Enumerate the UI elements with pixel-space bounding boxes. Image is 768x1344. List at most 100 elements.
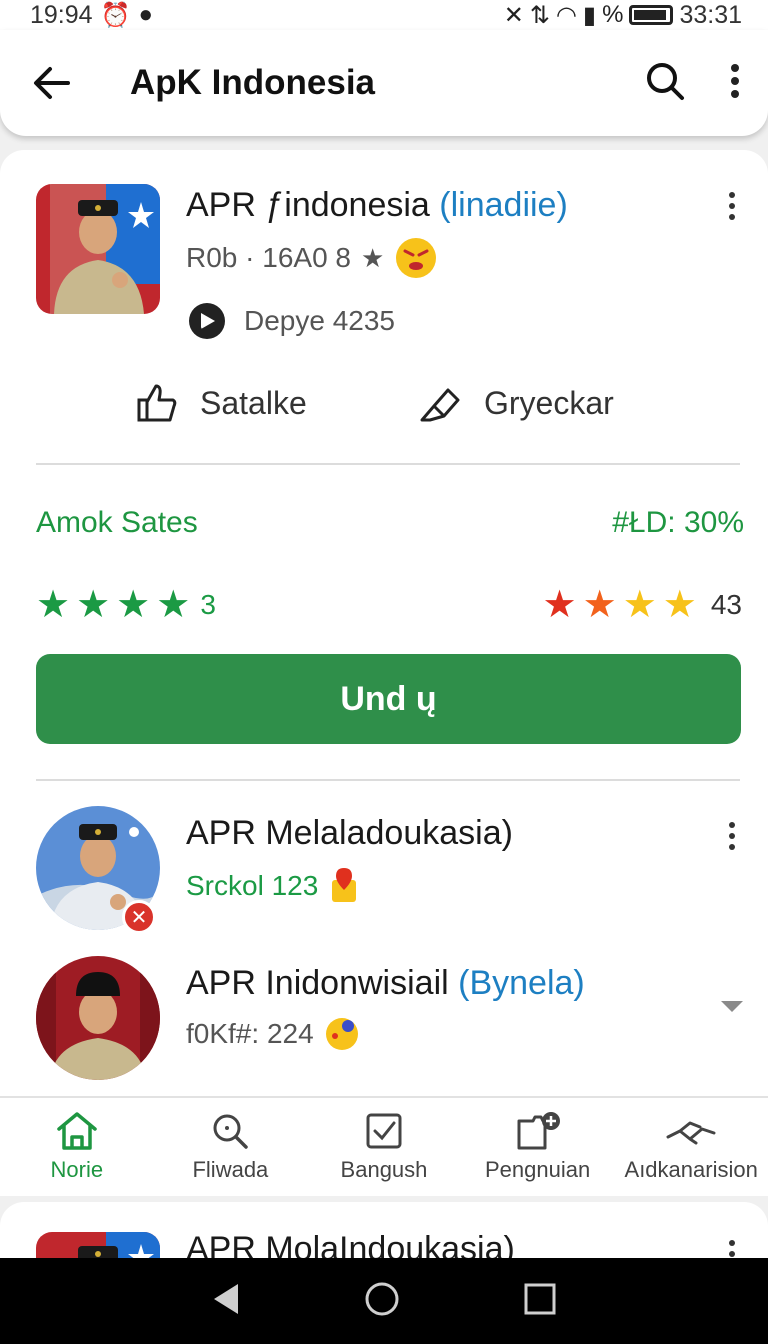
featured-app-menu-button[interactable] — [729, 192, 735, 220]
nav-item-partners[interactable]: Aıdkanarision — [614, 1098, 768, 1196]
list-item-meta-text: Srckol 123 — [186, 870, 319, 901]
list-item-title: APR Melaladoukasia) — [186, 814, 513, 852]
list-item-title: APR Inidonwisiail — [186, 964, 449, 1002]
back-button[interactable] — [30, 61, 74, 105]
nav-item-home[interactable]: Norie — [0, 1098, 154, 1196]
star-icon: ★ — [36, 584, 71, 626]
more-options-button[interactable] — [730, 63, 740, 104]
kebab-dot — [729, 1240, 735, 1246]
angry-face-emoji-icon — [396, 238, 437, 278]
star-icon: ★ — [662, 584, 697, 626]
list-item-meta: Srckol 123 — [186, 866, 360, 906]
star-icon: ★ — [582, 584, 617, 626]
nav-label: Aıdkanarision — [624, 1157, 758, 1182]
circle-home-icon — [365, 1282, 399, 1315]
right-rating: ★ ★ ★ ★ 43 — [543, 586, 742, 624]
status-time: 19:94 — [30, 0, 93, 29]
triangle-back-icon — [214, 1283, 239, 1314]
share-label: Gryeckar — [484, 384, 614, 421]
developer-row[interactable]: Depye 4235 — [186, 300, 395, 342]
status-right-text: 33:31 — [679, 0, 742, 29]
star-icon: ★ — [622, 584, 657, 626]
kebab-dot — [729, 214, 735, 220]
thumbs-up-icon — [137, 384, 177, 422]
signal-icon: ▮ — [582, 1, 597, 29]
bottom-navigation: Norie Fliwada Bangush Pengnuian Aıdkanar… — [0, 1096, 768, 1196]
percent-icon: % — [602, 1, 624, 28]
nav-item-checklist[interactable]: Bangush — [307, 1098, 461, 1196]
kebab-dot — [729, 833, 735, 839]
handshake-icon — [666, 1121, 716, 1145]
list-item-name: APR Inidonwisiail (Bynela) — [186, 964, 585, 1003]
nav-item-search[interactable]: Fliwada — [154, 1098, 308, 1196]
emoji-icon — [325, 1018, 358, 1050]
nav-item-add[interactable]: Pengnuian — [461, 1098, 615, 1196]
star-icon: ★ — [76, 584, 111, 626]
system-recents-button[interactable] — [523, 1282, 557, 1321]
right-rating-count: 43 — [710, 589, 742, 620]
star-icon: ★ — [116, 584, 151, 626]
system-home-button[interactable] — [364, 1281, 400, 1322]
nav-label: Fliwada — [192, 1157, 269, 1182]
kebab-dot — [729, 203, 735, 209]
remove-badge-icon[interactable]: ✕ — [122, 900, 156, 934]
checkbox-icon — [366, 1113, 402, 1149]
list-item-subtitle: (Bynela) — [458, 964, 585, 1002]
alarm-icon: ⏰ — [100, 1, 131, 29]
developer-icon — [189, 303, 225, 339]
kebab-dot — [729, 822, 735, 828]
kebab-dot — [729, 192, 735, 198]
search-icon — [647, 62, 684, 100]
system-back-button[interactable] — [211, 1282, 241, 1321]
home-icon — [57, 1112, 97, 1150]
featured-app-icon[interactable] — [36, 184, 160, 314]
mute-icon: ✕ — [503, 1, 524, 29]
star-icon: ★ — [361, 242, 385, 273]
battery-icon — [629, 5, 674, 25]
nav-label: Norie — [50, 1157, 104, 1182]
like-button[interactable]: Satalke — [136, 382, 307, 424]
share-button[interactable]: Gryeckar — [418, 382, 614, 424]
notification-icon: ● — [138, 1, 153, 28]
kebab-dot — [729, 1251, 735, 1257]
share-pen-icon — [420, 388, 460, 422]
nav-label: Pengnuian — [484, 1157, 591, 1182]
divider — [36, 779, 740, 781]
search-button[interactable] — [644, 60, 686, 107]
like-label: Satalke — [200, 384, 307, 421]
star-icon: ★ — [542, 584, 577, 626]
system-navigation-bar — [0, 1258, 768, 1344]
kebab-dot — [729, 844, 735, 850]
left-rating-count: 3 — [200, 589, 216, 620]
featured-app-title: APR ƒindonesia — [186, 186, 430, 224]
divider — [36, 463, 740, 465]
featured-app-meta: R0b · 16A0 8 ★ — [186, 236, 438, 280]
app-logo-image — [36, 184, 160, 314]
square-recents-icon — [524, 1283, 556, 1314]
left-rating: ★ ★ ★ ★ 3 — [36, 586, 216, 624]
pin-badge-icon — [332, 868, 357, 902]
clipboard-add-icon — [517, 1112, 560, 1150]
list-item-meta-text: f0Kf#: 224 — [186, 1018, 314, 1049]
nav-label: Bangush — [340, 1157, 428, 1182]
main-card: APR ƒindonesia (linadiie) R0b · 16A0 8 ★… — [0, 150, 768, 1096]
page-title: ApK Indonesia — [130, 63, 376, 102]
star-icon: ★ — [156, 584, 191, 626]
kebab-menu-icon — [731, 63, 739, 98]
data-icon: ⇅ — [529, 1, 550, 29]
search-icon — [213, 1114, 249, 1149]
expand-chevron-icon[interactable] — [720, 1000, 744, 1019]
chevron-down-icon — [721, 1001, 743, 1012]
install-button[interactable]: Und ų — [36, 654, 741, 744]
wifi-icon: ◠ — [555, 1, 577, 29]
featured-app-meta-text: R0b · 16A0 8 — [186, 242, 351, 273]
featured-app-subtitle: (linadiie) — [439, 186, 568, 224]
list-item-menu-button[interactable] — [729, 822, 735, 850]
left-stat-label: Amok Sates — [36, 506, 198, 539]
back-arrow-icon — [34, 67, 70, 99]
avatar-image — [36, 956, 160, 1080]
featured-app-name[interactable]: APR ƒindonesia (linadiie) — [186, 186, 568, 225]
app-bar: ApK Indonesia — [0, 30, 768, 136]
list-item-meta: f0Kf#: 224 — [186, 1016, 360, 1052]
right-stat-label: #ŁD: 30% — [612, 506, 744, 539]
